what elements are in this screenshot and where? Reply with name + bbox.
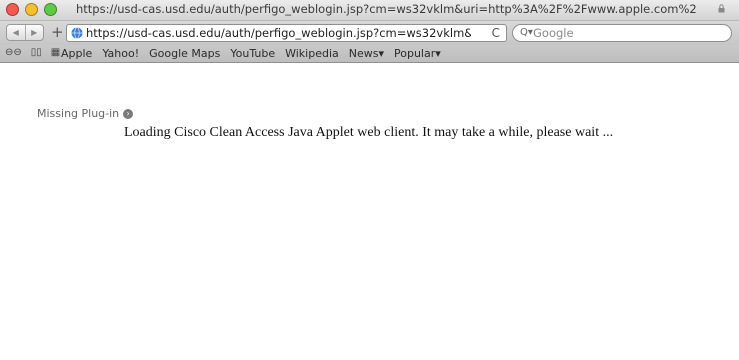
lock-icon [718, 4, 725, 13]
window-title: https://usd-cas.usd.edu/auth/perfigo_web… [76, 2, 696, 16]
page-content: Missing Plug-in › Loading Cisco Clean Ac… [0, 63, 739, 360]
search-placeholder: Google [533, 26, 574, 40]
loading-message: Loading Cisco Clean Access Java Applet w… [124, 125, 614, 140]
missing-plugin-label: Missing Plug-in [37, 107, 120, 120]
bookmark-item[interactable]: Google Maps [149, 47, 220, 60]
arrow-right-circle-icon: › [123, 108, 134, 119]
url-text: https://usd-cas.usd.edu/auth/perfigo_web… [86, 26, 471, 40]
bookmark-item[interactable]: Yahoo! [102, 47, 139, 60]
window-controls [6, 3, 57, 16]
navigation-buttons: ◀ ▶ [6, 24, 44, 41]
missing-plugin-notice[interactable]: Missing Plug-in › [37, 107, 134, 120]
bookmarks-book-icon[interactable]: ▯▯ [31, 47, 42, 59]
top-sites-grid-icon[interactable]: ▦ [51, 47, 60, 59]
globe-icon [71, 27, 83, 39]
bookmark-item[interactable]: Apple [61, 47, 92, 60]
window-titlebar: https://usd-cas.usd.edu/auth/perfigo_web… [0, 0, 739, 21]
back-button[interactable]: ◀ [7, 25, 25, 40]
close-window-button[interactable] [6, 3, 19, 16]
reading-list-icon[interactable]: ⊖⊖ [5, 47, 22, 59]
back-arrow-icon: ◀ [12, 28, 19, 37]
bookmark-item[interactable]: YouTube [230, 47, 275, 60]
bookmark-item[interactable]: Wikipedia [285, 47, 339, 60]
reload-button[interactable]: C [492, 25, 500, 41]
new-tab-button[interactable]: + [51, 23, 64, 41]
search-field[interactable]: Q▾ Google [512, 24, 732, 42]
bookmark-item[interactable]: News▾ [349, 47, 384, 60]
forward-arrow-icon: ▶ [31, 28, 38, 37]
browser-toolbar: ◀ ▶ + https://usd-cas.usd.edu/auth/perfi… [0, 21, 739, 45]
minimize-window-button[interactable] [25, 3, 38, 16]
bookmarks-bar: ⊖⊖ ▯▯ ▦ Apple Yahoo! Google Maps YouTube Wik… [0, 45, 739, 63]
search-icon: Q▾ [520, 27, 533, 38]
address-bar[interactable]: https://usd-cas.usd.edu/auth/perfigo_web… [66, 24, 507, 42]
forward-button[interactable]: ▶ [24, 25, 44, 40]
bookmark-tools: ⊖⊖ ▯▯ ▦ [5, 47, 60, 59]
bookmark-items: Apple Yahoo! Google Maps YouTube Wikipedia Ne… [61, 47, 441, 60]
zoom-window-button[interactable] [44, 3, 57, 16]
bookmark-item[interactable]: Popular▾ [394, 47, 441, 60]
